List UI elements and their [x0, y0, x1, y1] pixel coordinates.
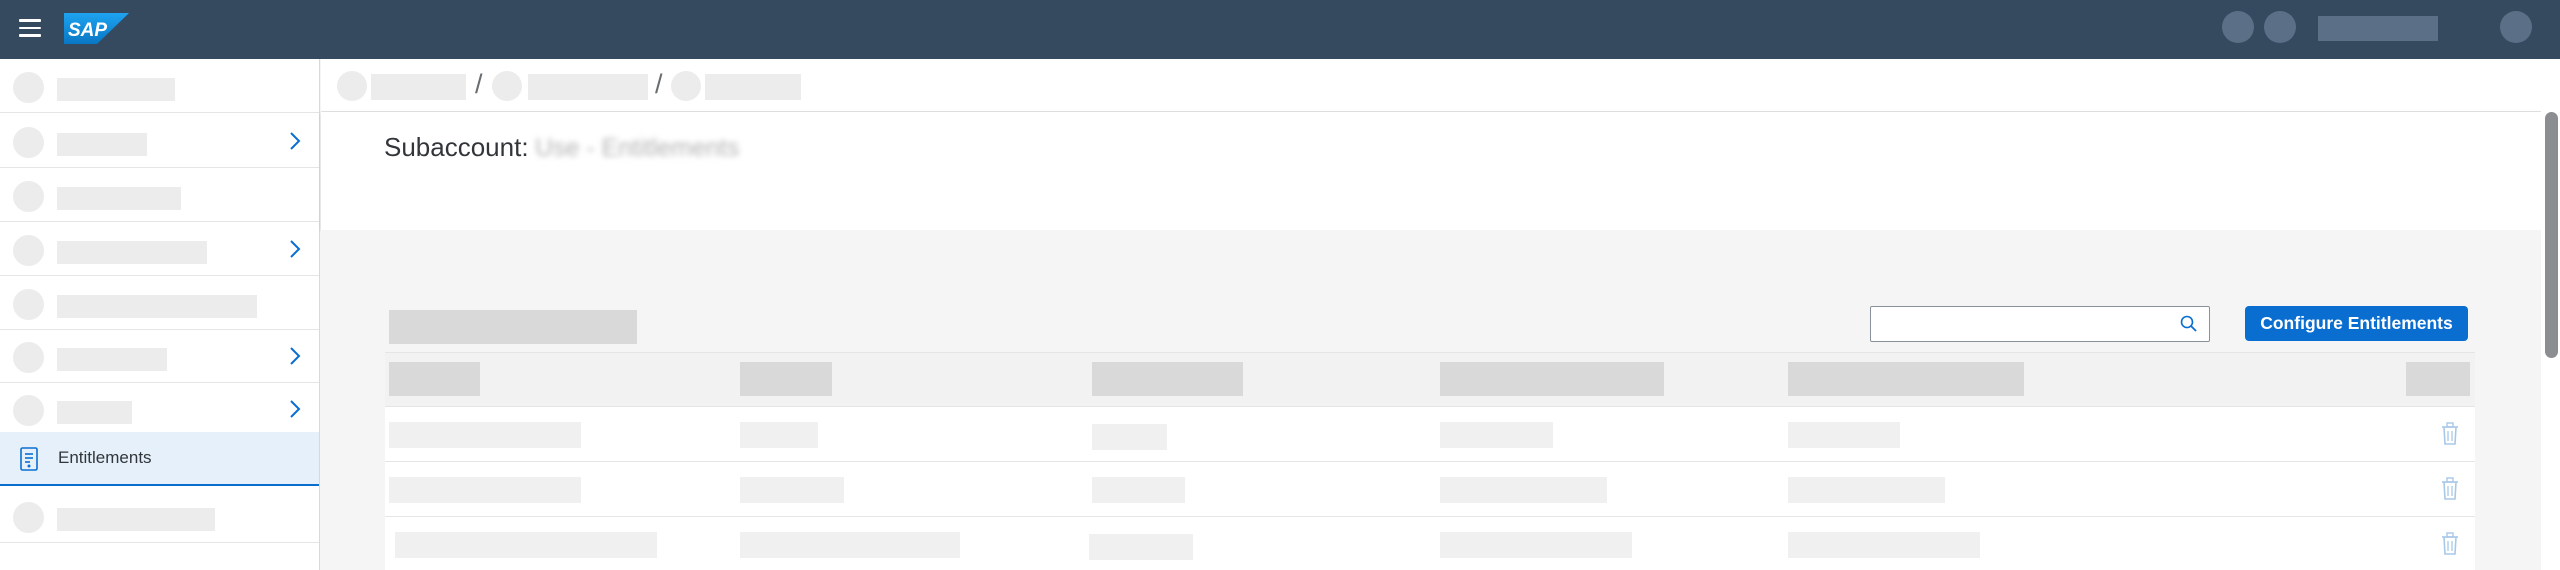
column-header[interactable] [740, 362, 832, 396]
sidebar-item-label [57, 348, 167, 371]
chevron-right-icon[interactable] [287, 238, 303, 260]
breadcrumb-icon [671, 71, 701, 101]
table-cell [1440, 422, 1553, 448]
sidebar-item-1[interactable] [0, 59, 319, 113]
table-cell [740, 477, 844, 503]
table-cell [1092, 424, 1167, 450]
delete-icon[interactable] [2439, 421, 2461, 447]
column-header[interactable] [2406, 362, 2470, 396]
breadcrumb-separator: / [475, 69, 483, 99]
search-input[interactable] [1877, 311, 2167, 337]
shell-bar: SAP [0, 0, 2560, 59]
page-title-value: Use - Entitlements [535, 134, 740, 162]
side-navigation: Entitlements [0, 59, 320, 570]
chevron-right-icon[interactable] [287, 130, 303, 152]
sidebar-item-icon [13, 289, 44, 320]
configure-entitlements-button[interactable]: Configure Entitlements [2245, 306, 2468, 341]
sidebar-item-label [57, 508, 215, 531]
sap-logo-text: SAP [68, 20, 107, 41]
table-row[interactable] [385, 407, 2475, 462]
breadcrumb-link-3[interactable] [705, 74, 801, 100]
breadcrumb-link-2[interactable] [528, 74, 648, 100]
help-avatar[interactable] [2264, 11, 2296, 43]
sidebar-item-5[interactable] [0, 276, 319, 330]
breadcrumb-separator: / [655, 69, 663, 99]
table-header [385, 352, 2475, 407]
sidebar-item-icon [13, 127, 44, 158]
search-icon[interactable] [2179, 314, 2199, 334]
sidebar-item-label [57, 133, 147, 156]
chevron-right-icon[interactable] [287, 398, 303, 420]
table-cell [1440, 477, 1607, 503]
sidebar-item-9[interactable] [0, 489, 319, 543]
column-header[interactable] [1788, 362, 2024, 396]
table-cell [1089, 534, 1193, 560]
sidebar-item-label [57, 187, 181, 210]
page-title-label: Subaccount: [384, 132, 529, 162]
chevron-right-icon[interactable] [287, 345, 303, 367]
table-title [389, 310, 637, 344]
delete-icon[interactable] [2439, 531, 2461, 557]
sidebar-item-label [57, 401, 132, 424]
sidebar-item-icon [13, 502, 44, 533]
delete-icon[interactable] [2439, 476, 2461, 502]
table-cell [389, 422, 581, 448]
entitlements-icon [20, 447, 38, 471]
notification-avatar[interactable] [2222, 11, 2254, 43]
table-cell [389, 477, 581, 503]
column-header[interactable] [1440, 362, 1664, 396]
entitlements-table [385, 352, 2475, 570]
sap-logo[interactable]: SAP [64, 13, 129, 44]
breadcrumb-icon [337, 71, 367, 101]
sidebar-item-6[interactable] [0, 329, 319, 383]
user-name-placeholder[interactable] [2318, 16, 2438, 41]
sidebar-item-7[interactable] [0, 382, 319, 436]
table-cell [1788, 477, 1945, 503]
sidebar-item-4[interactable] [0, 222, 319, 276]
column-header[interactable] [389, 362, 480, 396]
breadcrumb-link-1[interactable] [371, 74, 466, 100]
sidebar-item-3[interactable] [0, 168, 319, 222]
table-cell [1788, 532, 1980, 558]
sidebar-item-icon [13, 181, 44, 212]
sidebar-item-2[interactable] [0, 114, 319, 168]
vertical-scrollbar-thumb[interactable] [2545, 112, 2558, 358]
table-row[interactable] [385, 517, 2475, 570]
search-field[interactable] [1870, 306, 2210, 342]
page-header: Subaccount: Use - Entitlements [321, 112, 2541, 230]
table-cell [1440, 532, 1632, 558]
table-cell [1092, 477, 1185, 503]
sidebar-item-icon [13, 395, 44, 426]
table-cell [395, 532, 657, 558]
sidebar-item-icon [13, 235, 44, 266]
breadcrumb: / / [321, 59, 2541, 112]
main-content: Configure Entitlements [321, 230, 2541, 570]
sidebar-item-label [57, 241, 207, 264]
sidebar-item-entitlements[interactable]: Entitlements [0, 432, 319, 486]
sidebar-item-label [57, 295, 257, 318]
column-header[interactable] [1092, 362, 1243, 396]
table-cell [740, 532, 960, 558]
table-cell [1788, 422, 1900, 448]
sidebar-item-icon [13, 342, 44, 373]
hamburger-icon[interactable] [19, 19, 41, 39]
sidebar-item-icon [13, 72, 44, 103]
sidebar-item-label [57, 78, 175, 101]
table-row[interactable] [385, 462, 2475, 517]
breadcrumb-icon [492, 71, 522, 101]
table-cell [740, 422, 818, 448]
profile-avatar[interactable] [2500, 11, 2532, 43]
sidebar-item-label: Entitlements [58, 448, 152, 467]
